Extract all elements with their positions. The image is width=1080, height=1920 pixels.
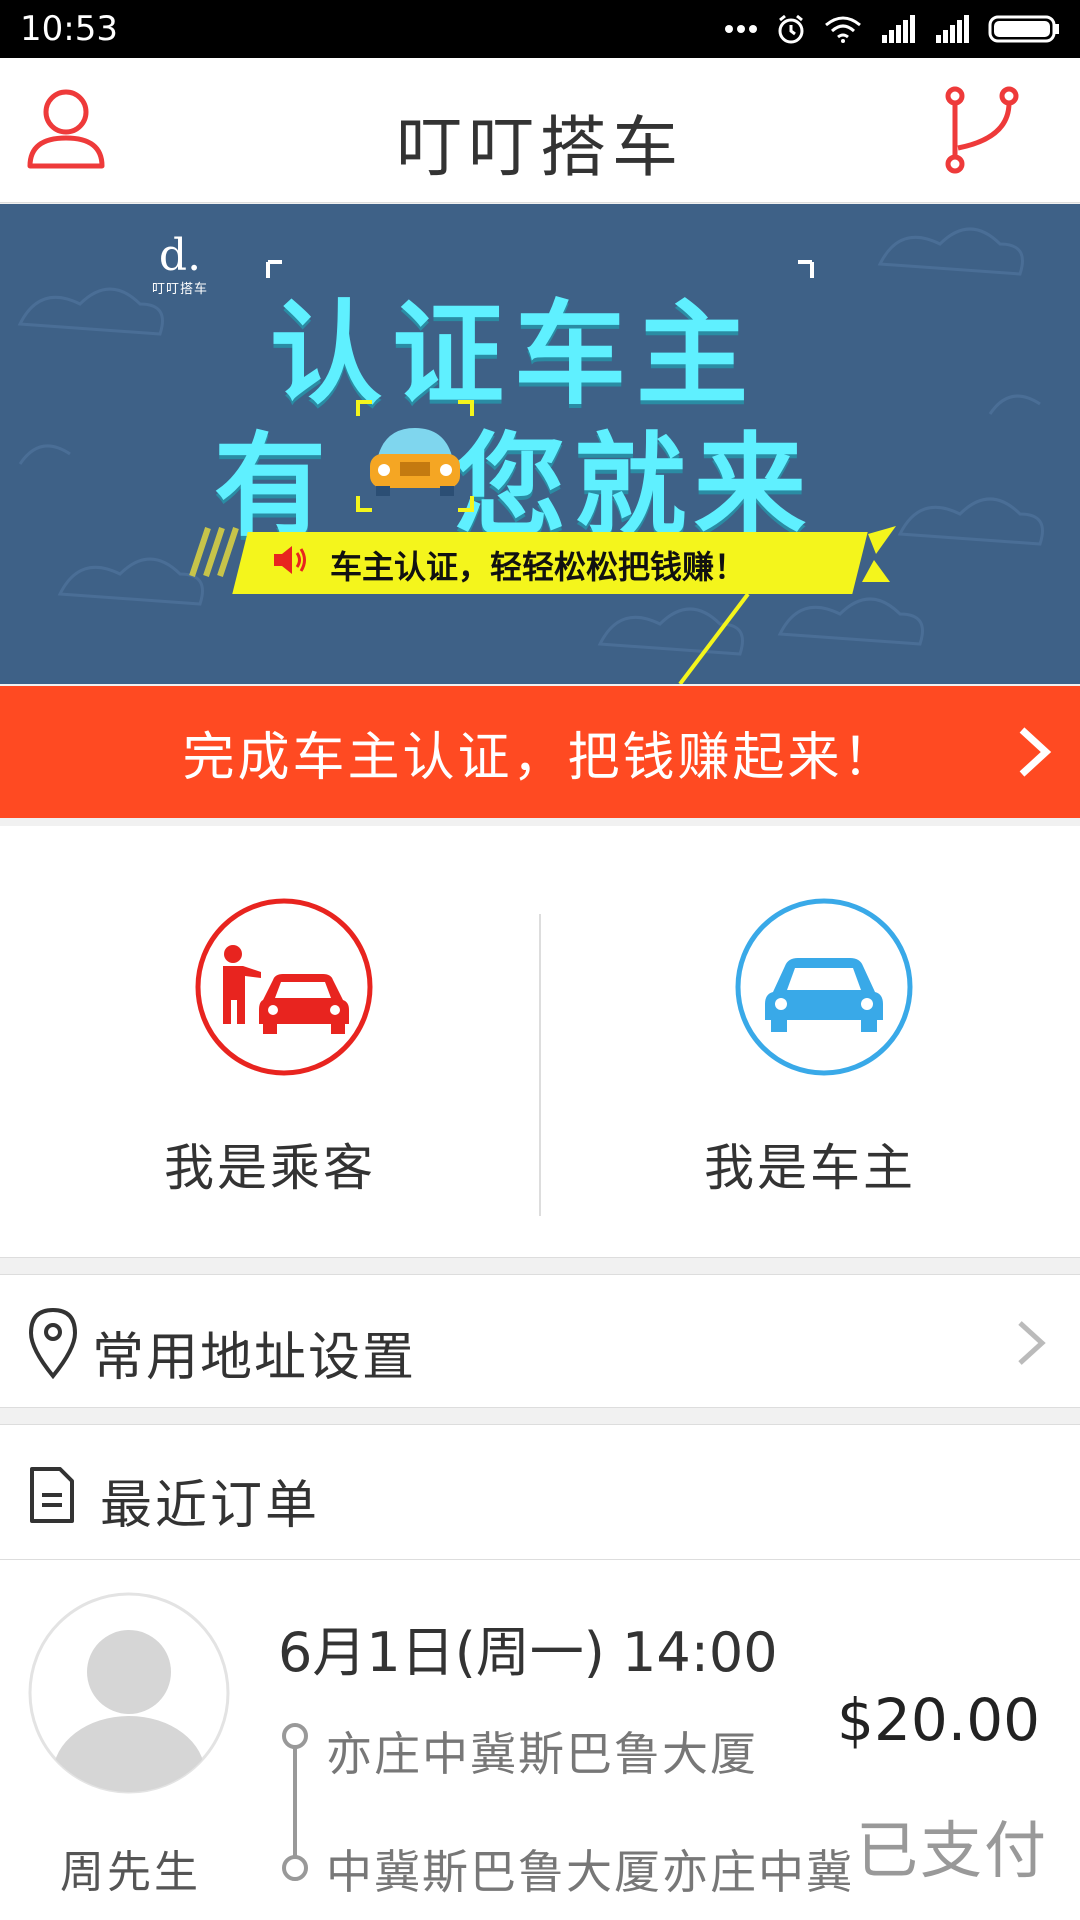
route-origin: 亦庄中冀斯巴鲁大厦 (326, 1727, 758, 1781)
status-time: 10:53 (20, 9, 118, 49)
chevron-right-icon (1016, 1319, 1048, 1367)
driver-button[interactable]: 我是车主 (540, 826, 1080, 1258)
car-icon (356, 400, 474, 512)
route-icon[interactable] (944, 86, 1020, 174)
more-dots-icon (724, 24, 758, 34)
driver-car-icon (733, 896, 915, 1078)
passenger-label: 我是乘客 (164, 1139, 376, 1197)
order-status: 已支付 (855, 1814, 1048, 1887)
recent-orders-title: 最近订单 (100, 1476, 321, 1536)
promo-banner[interactable]: d. 叮叮搭车 认证车主 有您就来 车主认证，轻轻松松把钱赚！ (0, 204, 1080, 684)
page-title: 叮叮搭车 (396, 109, 684, 186)
chevron-right-icon (1016, 726, 1052, 778)
common-address-row[interactable]: 常用地址设置 (0, 1274, 1080, 1408)
driver-verify-bar[interactable]: 完成车主认证，把钱赚起来！ (0, 686, 1080, 818)
banner-strip-text: 车主认证，轻轻松松把钱赚！ (330, 548, 747, 586)
signal-icon (880, 15, 916, 43)
status-bar: 10:53 (0, 0, 1080, 58)
wifi-icon (824, 15, 862, 43)
order-price: $20.00 (837, 1686, 1040, 1754)
common-address-label: 常用地址设置 (92, 1328, 417, 1388)
driver-name: 周先生 (60, 1847, 201, 1898)
battery-icon (988, 15, 1060, 43)
passenger-icon (193, 896, 375, 1078)
driver-verify-text: 完成车主认证，把钱赚起来！ (182, 727, 898, 788)
avatar (28, 1592, 230, 1794)
role-selector: 我是乘客 我是车主 (0, 826, 1080, 1258)
route-destination: 中冀斯巴鲁大厦亦庄中冀 (326, 1845, 854, 1899)
logo-text: 叮叮搭车 (152, 282, 209, 297)
banner-logo: d. 叮叮搭车 (152, 230, 209, 298)
status-icons (724, 14, 1060, 44)
location-pin-icon (28, 1307, 78, 1380)
logo-mark-icon: d. (158, 230, 202, 281)
speaker-icon (270, 540, 310, 580)
route-line-icon (278, 1722, 312, 1882)
recent-orders-header: 最近订单 (0, 1424, 1080, 1560)
order-time: 6月1日(周一) 14:00 (278, 1621, 778, 1684)
passenger-button[interactable]: 我是乘客 (0, 826, 540, 1258)
alarm-icon (776, 14, 806, 44)
driver-label: 我是车主 (704, 1139, 916, 1197)
app-header: 叮叮搭车 (0, 58, 1080, 203)
document-icon (28, 1465, 76, 1525)
order-card[interactable]: 周先生 6月1日(周一) 14:00 亦庄中冀斯巴鲁大厦 中冀斯巴鲁大厦亦庄中冀… (0, 1560, 1080, 1920)
signal-icon (934, 15, 970, 43)
